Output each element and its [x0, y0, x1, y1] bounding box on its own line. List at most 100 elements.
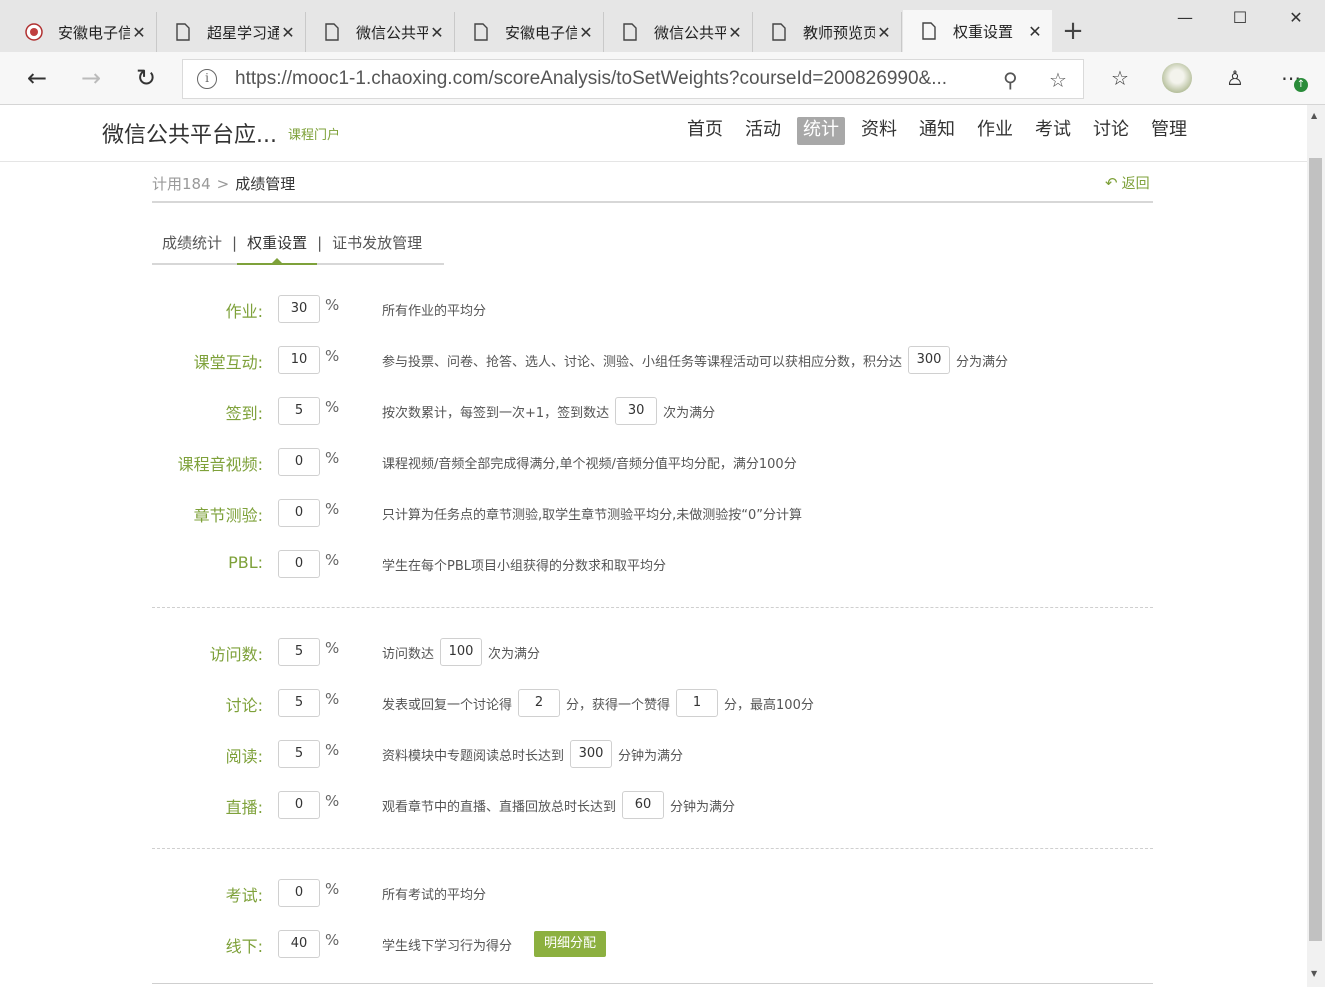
- weight-label: 作业:: [225, 302, 263, 321]
- nav-home[interactable]: 首页: [681, 117, 729, 145]
- back-button[interactable]: ↶ 返回: [1105, 173, 1150, 193]
- forward-arrow-icon[interactable]: →: [76, 64, 106, 94]
- weight-label: 考试:: [225, 886, 263, 905]
- school-logo-icon: [24, 22, 44, 42]
- weight-input-reading[interactable]: 5: [278, 740, 320, 768]
- desc-text: 次为满分: [488, 646, 541, 662]
- read-aloud-icon[interactable]: ♙: [1221, 66, 1249, 90]
- discussion-per-like-input[interactable]: 1: [676, 689, 719, 717]
- weight-input-chapter-quiz[interactable]: 0: [278, 499, 320, 527]
- close-tab-icon[interactable]: ✕: [428, 23, 446, 42]
- weight-input-offline[interactable]: 40: [278, 930, 320, 958]
- site-info-icon[interactable]: i: [197, 69, 217, 89]
- interaction-threshold-input[interactable]: 300: [908, 346, 951, 374]
- close-tab-icon[interactable]: ✕: [279, 23, 297, 42]
- browser-tab-5[interactable]: 微信公共平 ✕: [604, 12, 753, 52]
- page-icon: [322, 22, 342, 42]
- profile-avatar[interactable]: [1162, 63, 1192, 93]
- browser-tab-6[interactable]: 教师预览页 ✕: [753, 12, 902, 52]
- zoom-icon[interactable]: ⚲: [1003, 68, 1018, 92]
- weight-row-chapter-quiz: 章节测验: 0 % 只计算为任务点的章节测验,取学生章节测验平均分,未做测验按“…: [152, 499, 1152, 527]
- course-title[interactable]: 微信公共平台应...: [102, 117, 277, 149]
- reading-threshold-input[interactable]: 300: [570, 740, 613, 768]
- favorites-list-icon[interactable]: ☆: [1106, 66, 1134, 90]
- browser-tab-active[interactable]: 权重设置 ✕: [903, 10, 1052, 52]
- signin-threshold-input[interactable]: 30: [615, 397, 658, 425]
- weight-input-homework[interactable]: 30: [278, 295, 320, 323]
- nav-materials[interactable]: 资料: [855, 117, 903, 145]
- browser-tab-4[interactable]: 安徽电子信 ✕: [455, 12, 604, 52]
- nav-exams[interactable]: 考试: [1029, 117, 1077, 145]
- desc-text: 发表或回复一个讨论得: [382, 697, 513, 713]
- live-threshold-input[interactable]: 60: [622, 791, 665, 819]
- scroll-down-icon[interactable]: ▼: [1311, 969, 1317, 978]
- course-portal-link[interactable]: 课程门户: [288, 124, 340, 143]
- page-icon: [919, 21, 939, 41]
- tab-title: 安徽电子信: [58, 23, 130, 42]
- weight-description: 参与投票、问卷、抢答、选人、讨论、测验、小组任务等课程活动可以获相应分数，积分达…: [382, 346, 1008, 374]
- minimize-icon[interactable]: —: [1171, 8, 1199, 27]
- nav-statistics[interactable]: 统计: [797, 117, 845, 145]
- weight-input-video[interactable]: 0: [278, 448, 320, 476]
- weight-input-exam[interactable]: 0: [278, 879, 320, 907]
- scroll-up-icon[interactable]: ▲: [1311, 111, 1317, 120]
- percent-sign: %: [325, 741, 340, 759]
- desc-text: 分为满分: [956, 354, 1009, 370]
- close-tab-icon[interactable]: ✕: [875, 23, 893, 42]
- nav-discussion[interactable]: 讨论: [1087, 117, 1135, 145]
- weight-label: 章节测验:: [193, 506, 263, 525]
- favorite-star-icon[interactable]: ☆: [1049, 68, 1067, 92]
- weight-row-pbl: PBL: 0 % 学生在每个PBL项目小组获得的分数求和取平均分: [152, 550, 1152, 578]
- weight-input-interaction[interactable]: 10: [278, 346, 320, 374]
- tab-certificate-management[interactable]: 证书发放管理: [322, 233, 432, 265]
- weight-input-live[interactable]: 0: [278, 791, 320, 819]
- discussion-per-post-input[interactable]: 2: [518, 689, 561, 717]
- browser-tab-2[interactable]: 超星学习通 ✕: [157, 12, 306, 52]
- detail-allocation-button[interactable]: 明细分配: [534, 931, 607, 957]
- weight-input-visits[interactable]: 5: [278, 638, 320, 666]
- weight-input-signin[interactable]: 5: [278, 397, 320, 425]
- browser-tab-1[interactable]: 安徽电子信 ✕: [8, 12, 157, 52]
- scrollbar-thumb[interactable]: [1309, 158, 1322, 941]
- tab-score-statistics[interactable]: 成绩统计: [152, 233, 232, 265]
- weight-description: 发表或回复一个讨论得 2 分，获得一个赞得 1 分，最高100分: [382, 689, 814, 717]
- url-text: https://mooc1-1.chaoxing.com/scoreAnalys…: [235, 68, 948, 89]
- nav-manage[interactable]: 管理: [1145, 117, 1193, 145]
- close-tab-icon[interactable]: ✕: [1026, 22, 1044, 41]
- visits-threshold-input[interactable]: 100: [440, 638, 483, 666]
- back-arrow-icon[interactable]: ←: [22, 64, 52, 94]
- weight-description: 按次数累计，每签到一次+1，签到数达 30 次为满分: [382, 397, 715, 425]
- percent-sign: %: [325, 690, 340, 708]
- maximize-icon[interactable]: ☐: [1226, 8, 1254, 27]
- breadcrumb-class[interactable]: 计用184: [152, 175, 211, 193]
- weight-input-pbl[interactable]: 0: [278, 550, 320, 578]
- browser-tab-3[interactable]: 微信公共平 ✕: [306, 12, 455, 52]
- close-tab-icon[interactable]: ✕: [726, 23, 744, 42]
- desc-text: 观看章节中的直播、直播回放总时长达到: [382, 799, 617, 815]
- weight-description: 学生在每个PBL项目小组获得的分数求和取平均分: [382, 558, 667, 574]
- nav-activities[interactable]: 活动: [739, 117, 787, 145]
- tab-weight-settings[interactable]: 权重设置: [237, 233, 318, 265]
- refresh-icon[interactable]: ↻: [131, 64, 161, 94]
- url-field[interactable]: i https://mooc1-1.chaoxing.com/scoreAnal…: [182, 59, 1084, 99]
- page-scrollbar[interactable]: ▲ ▼: [1307, 105, 1325, 987]
- breadcrumb-separator: >: [216, 175, 230, 193]
- new-tab-icon[interactable]: +: [1060, 16, 1086, 46]
- desc-text: 资料模块中专题阅读总时长达到: [382, 748, 565, 764]
- desc-text: 参与投票、问卷、抢答、选人、讨论、测验、小组任务等课程活动可以获相应分数，积分达: [382, 354, 903, 370]
- close-tab-icon[interactable]: ✕: [577, 23, 595, 42]
- nav-notices[interactable]: 通知: [913, 117, 961, 145]
- section-divider: [152, 607, 1153, 608]
- weight-description: 所有考试的平均分: [382, 887, 487, 903]
- close-tab-icon[interactable]: ✕: [130, 23, 148, 42]
- section-divider: [152, 983, 1153, 984]
- weight-input-discussion[interactable]: 5: [278, 689, 320, 717]
- percent-sign: %: [325, 880, 340, 898]
- address-toolbar: ← → ↻ i https://mooc1-1.chaoxing.com/sco…: [0, 52, 1325, 105]
- weight-label: 课堂互动:: [193, 353, 263, 372]
- percent-sign: %: [325, 500, 340, 518]
- weight-row-offline: 线下: 40 % 学生线下学习行为得分 明细分配: [152, 930, 1152, 958]
- weight-label: 阅读:: [225, 747, 263, 766]
- nav-homework[interactable]: 作业: [971, 117, 1019, 145]
- window-close-icon[interactable]: ✕: [1282, 8, 1310, 27]
